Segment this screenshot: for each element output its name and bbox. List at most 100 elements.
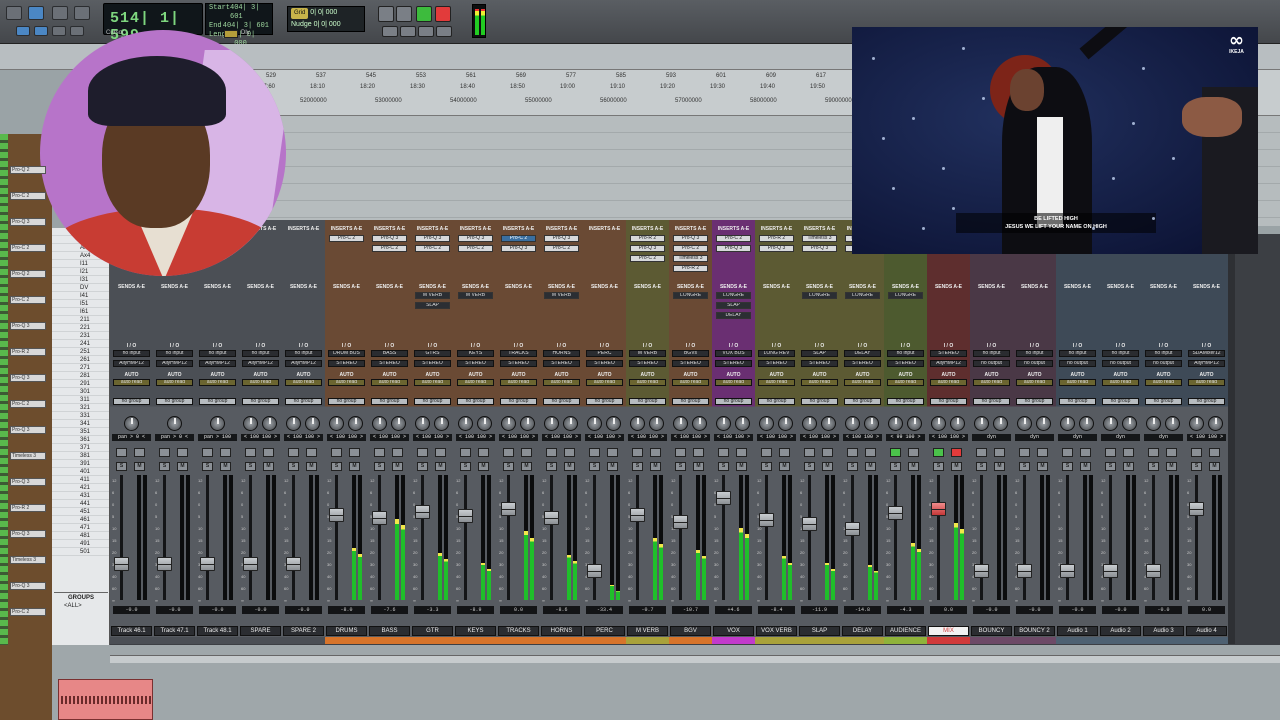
input-selector[interactable]: no input xyxy=(973,350,1010,357)
grabber-tool-icon[interactable] xyxy=(28,6,44,20)
track-name[interactable]: DELAY xyxy=(842,626,883,636)
send-slot[interactable]: M VERB xyxy=(458,292,493,299)
automation-mode[interactable]: auto read xyxy=(371,379,408,386)
pan-knob-left[interactable] xyxy=(1189,416,1204,431)
input-monitor-button[interactable] xyxy=(589,448,600,457)
volume-fader[interactable] xyxy=(802,517,817,532)
input-selector[interactable]: no input xyxy=(156,350,193,357)
insert-slot[interactable]: Pro-R 2 xyxy=(630,235,665,242)
grid-value[interactable]: 0| 0| 000 xyxy=(310,9,337,16)
solo-button[interactable]: S xyxy=(890,462,901,471)
insert-slot[interactable]: Timeless 3 xyxy=(802,235,837,242)
nudge-value[interactable]: 0| 0| 000 xyxy=(314,21,341,28)
pan-knob-right[interactable] xyxy=(778,416,793,431)
output-selector[interactable]: AllyHMP12 xyxy=(242,360,279,367)
pan-knob-left[interactable] xyxy=(931,416,946,431)
input-selector[interactable]: DRUM BUS xyxy=(328,350,365,357)
solo-button[interactable]: S xyxy=(1062,462,1073,471)
track-name[interactable]: BGV xyxy=(670,626,711,636)
solo-button[interactable]: S xyxy=(245,462,256,471)
mute-button[interactable]: M xyxy=(435,462,446,471)
pan-knob-left[interactable] xyxy=(1017,416,1032,431)
solo-button[interactable]: S xyxy=(1105,462,1116,471)
input-selector[interactable]: no input xyxy=(887,350,924,357)
input-selector[interactable]: no input xyxy=(113,350,150,357)
record-arm-button[interactable] xyxy=(650,448,661,457)
output-selector[interactable]: STEREO xyxy=(457,360,494,367)
pan-knob-left[interactable] xyxy=(673,416,688,431)
solo-button[interactable]: S xyxy=(1191,462,1202,471)
input-monitor-button[interactable] xyxy=(933,448,944,457)
pan-knob-left[interactable] xyxy=(888,416,903,431)
mute-button[interactable]: M xyxy=(994,462,1005,471)
record-arm-button[interactable] xyxy=(564,448,575,457)
automation-mode[interactable]: auto read xyxy=(156,379,193,386)
mute-button[interactable]: M xyxy=(349,462,360,471)
volume-fader[interactable] xyxy=(243,557,258,572)
input-selector[interactable]: DELAY xyxy=(844,350,881,357)
record-arm-button[interactable] xyxy=(435,448,446,457)
volume-fader[interactable] xyxy=(501,501,516,516)
pan-knob-left[interactable] xyxy=(243,416,258,431)
solo-button[interactable]: S xyxy=(159,462,170,471)
mute-button[interactable]: M xyxy=(177,462,188,471)
track-name[interactable]: Track 46.1 xyxy=(111,626,152,636)
input-selector[interactable]: PERC xyxy=(586,350,623,357)
input-selector[interactable]: LONG REV xyxy=(758,350,795,357)
edit-insert-slot[interactable]: Pro-Q 2 xyxy=(10,166,46,174)
record-arm-button[interactable] xyxy=(994,448,1005,457)
mute-button[interactable]: M xyxy=(263,462,274,471)
edit-insert-slot[interactable]: Timeless 3 xyxy=(10,556,46,564)
edit-insert-slot[interactable]: Pro-Q 3 xyxy=(10,218,46,226)
track-list-item[interactable]: I51 xyxy=(52,300,109,308)
horizontal-scrollbar[interactable] xyxy=(110,655,1280,663)
zoom-tool-icon[interactable] xyxy=(6,6,22,20)
solo-button[interactable]: S xyxy=(589,462,600,471)
track-name[interactable]: BOUNCY 2 xyxy=(1014,626,1055,636)
record-arm-button[interactable] xyxy=(736,448,747,457)
output-selector[interactable]: STEREO xyxy=(371,360,408,367)
edit-insert-slot[interactable]: Pro-C 2 xyxy=(10,608,46,616)
automation-mode[interactable]: auto read xyxy=(973,379,1010,386)
insert-slot[interactable]: Pro-Q 3 xyxy=(372,235,407,242)
record-arm-button[interactable] xyxy=(607,448,618,457)
automation-mode[interactable]: auto read xyxy=(801,379,838,386)
automation-mode[interactable]: auto read xyxy=(629,379,666,386)
edit-insert-slot[interactable]: Pro-R 2 xyxy=(10,348,46,356)
volume-fader[interactable] xyxy=(974,563,989,578)
start-value[interactable]: 404| 3| 601 xyxy=(230,4,269,22)
pan-knob-right[interactable] xyxy=(907,416,922,431)
output-selector[interactable]: STEREO xyxy=(414,360,451,367)
input-monitor-button[interactable] xyxy=(417,448,428,457)
mute-button[interactable]: M xyxy=(306,462,317,471)
volume-fader[interactable] xyxy=(286,557,301,572)
solo-button[interactable]: S xyxy=(933,462,944,471)
mute-button[interactable]: M xyxy=(134,462,145,471)
group-selector[interactable]: no group xyxy=(801,398,838,405)
record-arm-button[interactable] xyxy=(1123,448,1134,457)
track-list-item[interactable]: I41 xyxy=(52,292,109,300)
track-list-item[interactable]: 471 xyxy=(52,524,109,532)
solo-button[interactable]: S xyxy=(804,462,815,471)
input-monitor-button[interactable] xyxy=(1062,448,1073,457)
input-selector[interactable]: no input xyxy=(1145,350,1182,357)
mute-button[interactable]: M xyxy=(951,462,962,471)
mute-button[interactable]: M xyxy=(521,462,532,471)
group-selector[interactable]: no group xyxy=(1188,398,1225,405)
pan-knob-left[interactable] xyxy=(845,416,860,431)
insert-slot[interactable]: Pro-Q 3 xyxy=(716,245,751,252)
track-list-item[interactable]: DV xyxy=(52,284,109,292)
edit-insert-slot[interactable]: Pro-R 2 xyxy=(10,504,46,512)
track-list-item[interactable]: I61 xyxy=(52,308,109,316)
input-monitor-button[interactable] xyxy=(1148,448,1159,457)
group-selector[interactable]: no group xyxy=(457,398,494,405)
group-selector[interactable]: no group xyxy=(930,398,967,405)
mute-button[interactable]: M xyxy=(220,462,231,471)
input-monitor-button[interactable] xyxy=(804,448,815,457)
track-name[interactable]: VOX xyxy=(713,626,754,636)
solo-button[interactable]: S xyxy=(288,462,299,471)
send-slot[interactable]: SLAP xyxy=(716,302,751,309)
solo-button[interactable]: S xyxy=(761,462,772,471)
automation-mode[interactable]: auto read xyxy=(285,379,322,386)
edit-insert-slot[interactable]: Pro-C 2 xyxy=(10,296,46,304)
